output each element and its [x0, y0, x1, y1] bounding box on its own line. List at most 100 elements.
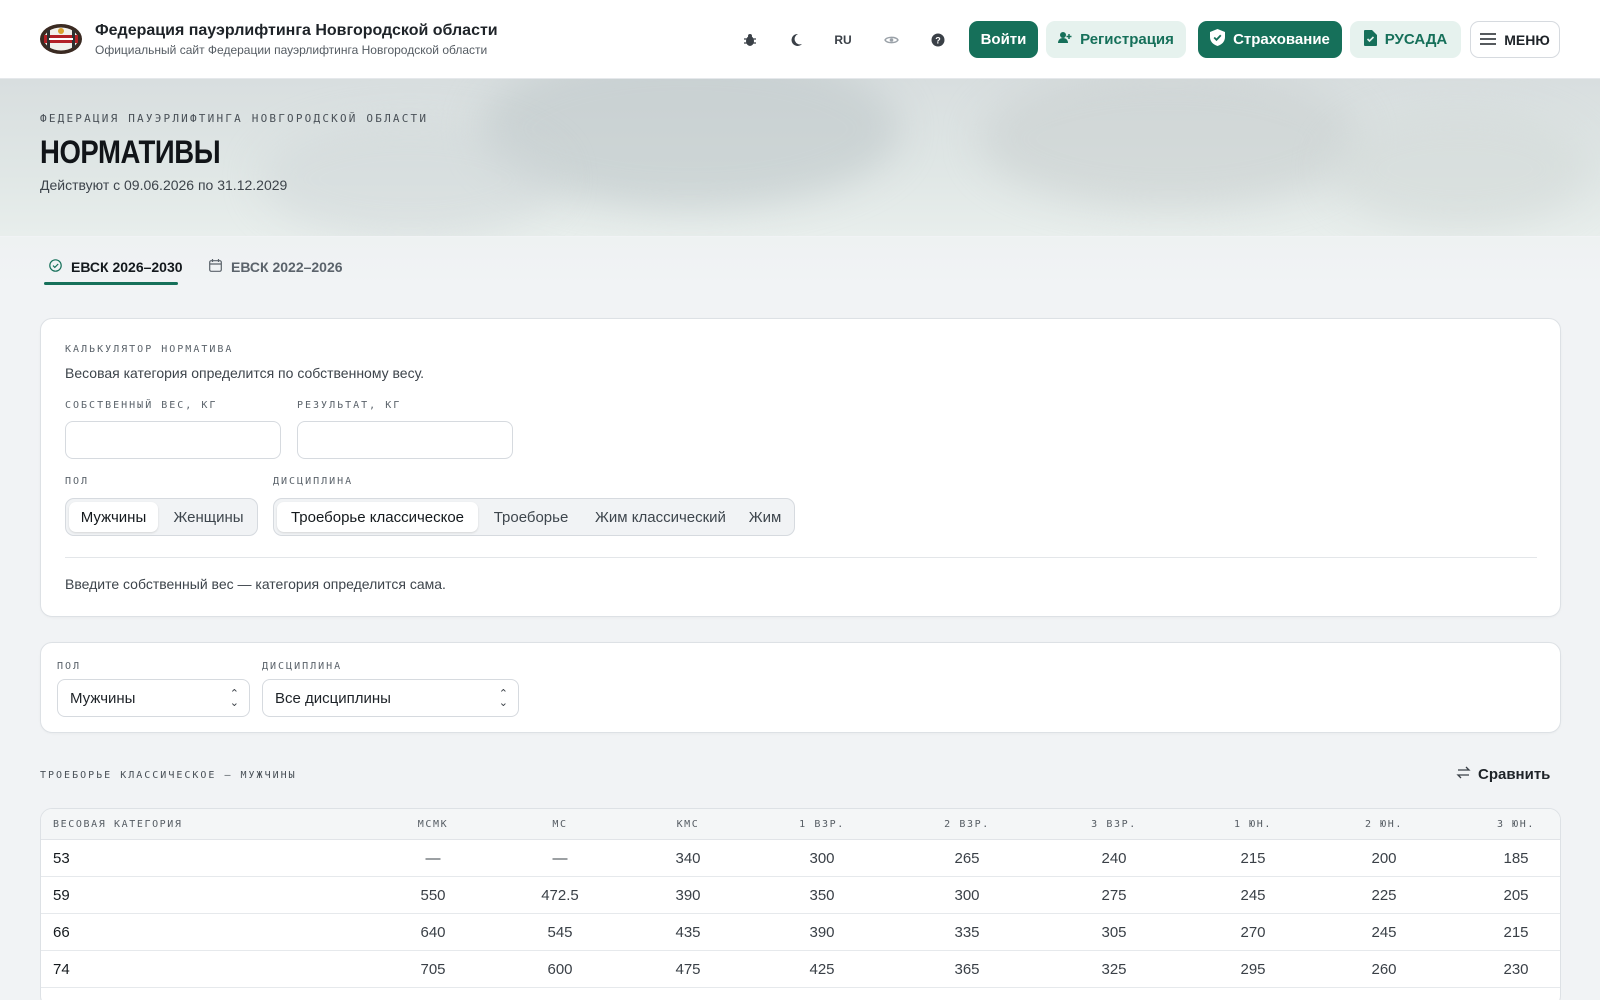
cell-ms: 545 — [547, 924, 573, 941]
moon-icon[interactable] — [782, 26, 810, 54]
help-icon[interactable]: ? — [924, 26, 952, 54]
cell-kms: 475 — [675, 961, 701, 978]
weight-category: 66 — [53, 924, 70, 941]
cell-ms: 472.5 — [541, 887, 579, 904]
updown-chevron-icon: ⌃ ⌄ — [229, 688, 239, 709]
cell-3-adult: 325 — [1101, 961, 1127, 978]
eye-icon[interactable] — [877, 26, 905, 54]
filter-discipline-label: ДИСЦИПЛИНА — [262, 661, 343, 672]
menu-button[interactable]: МЕНЮ — [1470, 21, 1560, 58]
user-plus-icon — [1058, 31, 1072, 48]
cell-kms: 435 — [675, 924, 701, 941]
result-label: РЕЗУЛЬТАТ, КГ — [297, 400, 402, 411]
discipline-option-classic-bench[interactable]: Жим классический — [584, 502, 737, 532]
cell-2-adult: 265 — [954, 850, 980, 867]
cell-1-adult: 390 — [809, 924, 835, 941]
rusada-button[interactable]: РУСАДА — [1350, 21, 1461, 58]
column-header: ВЕСОВАЯ КАТЕГОРИЯ — [53, 819, 183, 830]
insurance-label: Страхование — [1233, 31, 1330, 48]
weight-category: 74 — [53, 961, 70, 978]
insurance-button[interactable]: Страхование — [1198, 21, 1342, 58]
tab-evsk-2022-2026[interactable]: ЕВСК 2022–2026 — [209, 249, 343, 285]
validity-dates: Действуют с 09.06.2026 по 31.12.2029 — [40, 177, 288, 193]
bodyweight-label: СОБСТВЕННЫЙ ВЕС, КГ — [65, 400, 218, 411]
divider — [65, 557, 1537, 558]
check-circle-icon — [49, 259, 62, 275]
cell-3-junior: 205 — [1503, 887, 1529, 904]
sex-label: ПОЛ — [65, 476, 90, 487]
cell-2-junior: 225 — [1371, 887, 1397, 904]
filter-discipline-select[interactable]: Все дисциплины ⌃ ⌄ — [262, 679, 519, 717]
cell-1-junior: 295 — [1240, 961, 1266, 978]
column-header: 2 ВЗР. — [944, 819, 990, 830]
bodyweight-input[interactable] — [65, 421, 281, 459]
discipline-label: ДИСЦИПЛИНА — [273, 476, 354, 487]
language-switch[interactable]: RU — [829, 26, 857, 54]
discipline-option-bench[interactable]: Жим — [740, 502, 790, 532]
cell-kms: 340 — [675, 850, 701, 867]
column-header: 3 ЮН. — [1496, 819, 1536, 830]
rusada-label: РУСАДА — [1384, 31, 1448, 48]
table-header: ВЕСОВАЯ КАТЕГОРИЯ МСМК МС КМС 1 ВЗР. 2 В… — [41, 809, 1560, 840]
cell-msmk: — — [425, 850, 441, 867]
filter-sex-select[interactable]: Мужчины ⌃ ⌄ — [57, 679, 250, 717]
column-header: МС — [552, 819, 568, 830]
cell-3-adult: 240 — [1101, 850, 1127, 867]
cell-1-adult: 350 — [809, 887, 835, 904]
cell-2-junior: 260 — [1371, 961, 1397, 978]
cell-msmk: 550 — [420, 887, 446, 904]
brand[interactable]: Федерация пауэрлифтинга Новгородской обл… — [95, 21, 498, 58]
cell-msmk: 640 — [420, 924, 446, 941]
register-button[interactable]: Регистрация — [1046, 21, 1186, 58]
sex-option-women[interactable]: Женщины — [161, 502, 256, 532]
result-input[interactable] — [297, 421, 513, 459]
cell-1-adult: 425 — [809, 961, 835, 978]
cell-ms: — — [552, 850, 568, 867]
tab-label: ЕВСК 2022–2026 — [231, 259, 343, 275]
menu-label: МЕНЮ — [1504, 31, 1550, 48]
filter-sex-label: ПОЛ — [57, 661, 82, 672]
column-header: 3 ВЗР. — [1091, 819, 1137, 830]
swap-arrows-icon — [1456, 766, 1471, 783]
filter-discipline-value: Все дисциплины — [275, 689, 391, 707]
bug-icon[interactable] — [736, 26, 764, 54]
column-header: 1 ЮН. — [1233, 819, 1273, 830]
table-section-title: ТРОЕБОРЬЕ КЛАССИЧЕСКОЕ — МУЖЧИНЫ — [40, 770, 297, 781]
cell-3-junior: 230 — [1503, 961, 1529, 978]
table-row: 66 640 545 435 390 335 305 270 245 215 — [41, 914, 1560, 951]
login-button[interactable]: Войти — [969, 21, 1038, 58]
tab-label: ЕВСК 2026–2030 — [71, 259, 183, 275]
discipline-option-powerlifting[interactable]: Троеборье — [481, 502, 581, 532]
cell-2-adult: 365 — [954, 961, 980, 978]
tab-evsk-2026-2030[interactable]: ЕВСК 2026–2030 — [49, 249, 183, 285]
cell-1-junior: 215 — [1240, 850, 1266, 867]
sex-option-men[interactable]: Мужчины — [69, 502, 158, 532]
top-navbar: Федерация пауэрлифтинга Новгородской обл… — [0, 0, 1600, 79]
table-row: 59 550 472.5 390 350 300 275 245 225 205 — [41, 877, 1560, 914]
weight-category: 59 — [53, 887, 70, 904]
page-title: НОРМАТИВЫ — [40, 134, 221, 170]
filter-sex-value: Мужчины — [70, 689, 136, 707]
updown-chevron-icon: ⌃ ⌄ — [498, 688, 508, 709]
cell-2-adult: 300 — [954, 887, 980, 904]
standards-table: ВЕСОВАЯ КАТЕГОРИЯ МСМК МС КМС 1 ВЗР. 2 В… — [40, 808, 1561, 1000]
table-row: 53 — — 340 300 265 240 215 200 185 — [41, 840, 1560, 877]
site-subtitle: Официальный сайт Федерации пауэрлифтинга… — [95, 43, 488, 57]
cell-1-junior: 270 — [1240, 924, 1266, 941]
cell-3-junior: 185 — [1503, 850, 1529, 867]
weight-category: 53 — [53, 850, 70, 867]
cell-3-junior: 215 — [1503, 924, 1529, 941]
sex-segmented-control: Мужчины Женщины — [65, 498, 258, 536]
federation-logo[interactable] — [38, 22, 84, 56]
discipline-segmented-control: Троеборье классическое Троеборье Жим кла… — [273, 498, 795, 536]
compare-button[interactable]: Сравнить — [1456, 766, 1550, 783]
cell-msmk: 705 — [420, 961, 446, 978]
calculator-title: КАЛЬКУЛЯТОР НОРМАТИВА — [65, 344, 234, 355]
discipline-option-classic-powerlifting[interactable]: Троеборье классическое — [277, 502, 478, 532]
cell-1-junior: 245 — [1240, 887, 1266, 904]
page-hero: ФЕДЕРАЦИЯ ПАУЭРЛИФТИНГА НОВГОРОДСКОЙ ОБЛ… — [0, 79, 1600, 236]
cell-3-adult: 275 — [1101, 887, 1127, 904]
register-label: Регистрация — [1080, 31, 1174, 48]
cell-3-adult: 305 — [1101, 924, 1127, 941]
cell-2-junior: 200 — [1371, 850, 1397, 867]
